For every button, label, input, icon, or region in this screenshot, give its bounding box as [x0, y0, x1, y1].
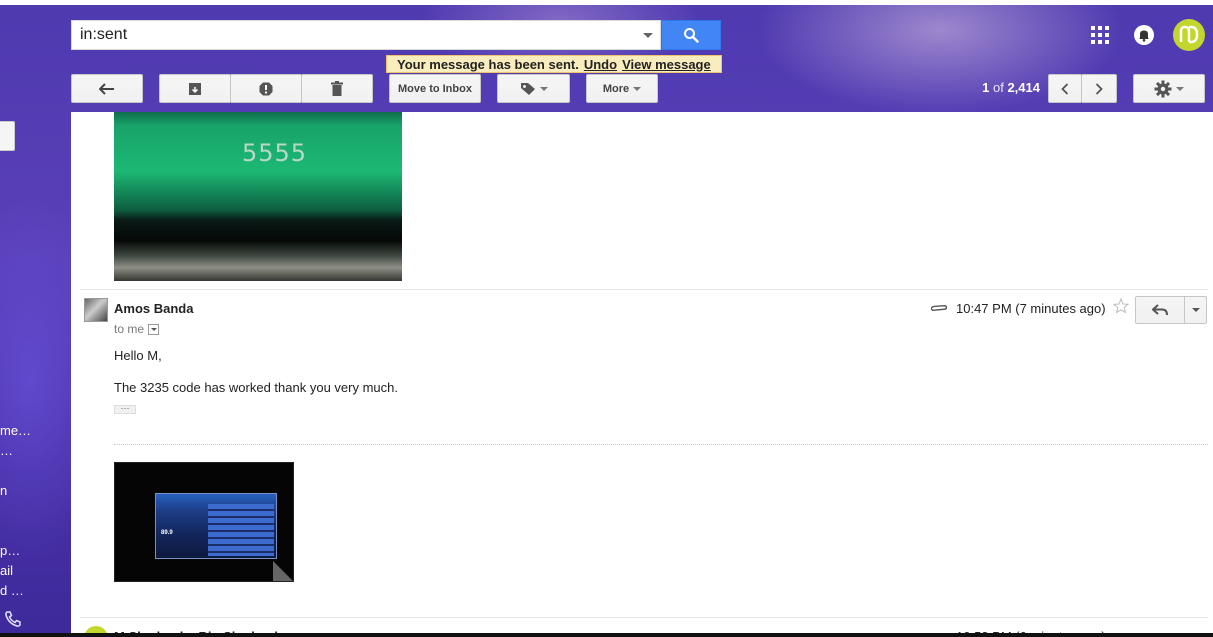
display-frequency: 89.9: [161, 530, 173, 536]
recipient-line: to me: [114, 322, 160, 336]
recipient-details-toggle[interactable]: [148, 323, 160, 335]
attachment-image-digital-display[interactable]: 5555: [114, 112, 402, 281]
attachment-separator: [114, 444, 1208, 445]
pager-of: of: [992, 80, 1004, 95]
recipient-label: to me: [114, 322, 145, 336]
chevron-right-icon: [1095, 82, 1103, 95]
phone-icon[interactable]: [4, 610, 22, 628]
label-tag-icon: [520, 82, 535, 95]
notification-text: Your message has been sent.: [397, 56, 579, 72]
account-logo-icon: [1179, 25, 1199, 44]
more-button[interactable]: More: [586, 74, 658, 103]
more-label: More: [602, 82, 630, 95]
settings-button[interactable]: [1133, 74, 1205, 103]
view-message-link[interactable]: View message: [622, 57, 711, 72]
archive-icon: [189, 82, 201, 95]
settings-caret: [1176, 86, 1184, 91]
more-actions-caret[interactable]: [1192, 308, 1200, 312]
sidebar-label-5[interactable]: ail: [0, 563, 13, 578]
show-trimmed-content-button[interactable]: ···: [114, 404, 136, 414]
newer-button[interactable]: [1048, 74, 1082, 103]
sender-avatar[interactable]: [84, 298, 108, 322]
search-button[interactable]: [661, 20, 721, 50]
back-button[interactable]: [71, 74, 143, 103]
pager-current: 1: [982, 80, 990, 95]
gear-icon: [1154, 80, 1172, 97]
sender-name[interactable]: Amos Banda: [114, 301, 193, 316]
sidebar-label-1[interactable]: me…: [0, 423, 31, 438]
sidebar-label-3[interactable]: n: [0, 483, 7, 498]
pager-count: 1 of 2,414: [960, 80, 1040, 95]
undo-link[interactable]: Undo: [584, 57, 617, 72]
account-avatar[interactable]: [1173, 19, 1205, 51]
sent-notification: Your message has been sent. Undo View me…: [386, 55, 722, 73]
labels-caret: [539, 86, 548, 91]
report-spam-button[interactable]: [230, 74, 302, 103]
sidebar-label-4[interactable]: p…: [0, 543, 20, 558]
archive-button[interactable]: [159, 74, 231, 103]
notifications-bell-icon[interactable]: [1133, 24, 1155, 46]
pager-total: 2,414: [1007, 80, 1040, 95]
star-icon[interactable]: [1113, 298, 1129, 314]
back-arrow-icon: [99, 82, 114, 95]
more-caret: [633, 86, 642, 91]
delete-button[interactable]: [301, 74, 373, 103]
paperclip-icon: [931, 304, 947, 311]
spam-alert-icon: [259, 82, 273, 95]
message-time: 10:47 PM (7 minutes ago): [956, 301, 1106, 316]
sidebar-label-2[interactable]: …: [0, 443, 13, 458]
move-to-inbox-label: Move to Inbox: [398, 82, 472, 95]
search-icon: [684, 28, 699, 43]
sidebar-label-6[interactable]: d …: [0, 583, 24, 598]
attachment-image-car-display[interactable]: 89.9: [114, 462, 294, 582]
display-digits: 5555: [242, 139, 308, 167]
trash-icon: [331, 81, 343, 96]
reply-button-group[interactable]: [1135, 296, 1207, 324]
search-options-caret[interactable]: [636, 21, 660, 49]
top-strip: [0, 0, 1213, 5]
apps-grid-icon[interactable]: [1089, 24, 1111, 46]
conversation-panel: 5555 Amos Banda to me 10:47 PM (7 minute…: [71, 112, 1213, 637]
message-body: The 3235 code has worked thank you very …: [114, 380, 398, 395]
reply-icon[interactable]: [1152, 304, 1168, 316]
move-to-inbox-button[interactable]: Move to Inbox: [389, 74, 481, 103]
message-greeting: Hello M,: [114, 348, 162, 363]
message-divider: [80, 289, 1208, 290]
station-list: [208, 504, 274, 556]
page-curl: [273, 561, 293, 581]
search-input[interactable]: [72, 21, 636, 49]
labels-button[interactable]: [497, 74, 570, 103]
reply-separator: [1184, 297, 1185, 323]
taskbar-edge: [0, 633, 1213, 637]
chevron-left-icon: [1061, 82, 1069, 95]
older-button[interactable]: [1081, 74, 1117, 103]
search-box[interactable]: [71, 20, 661, 50]
car-display-screen: 89.9: [155, 493, 277, 559]
sidebar-compose-button[interactable]: [0, 121, 15, 151]
